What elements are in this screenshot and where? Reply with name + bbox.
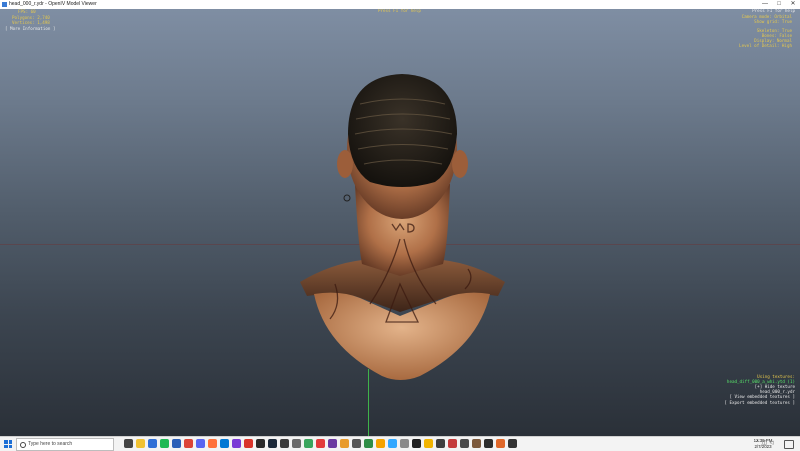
openiv-task-icon[interactable] <box>292 439 301 448</box>
file-explorer-icon[interactable] <box>136 439 145 448</box>
clock-date: 2/7/2023 <box>754 443 772 449</box>
model-viewport[interactable]: FPS: 60 Polygons: 2,740 Vertices: 1,498 … <box>0 9 800 436</box>
hud-show-grid: Show grid: True <box>754 19 792 24</box>
app-dark2-icon[interactable] <box>508 439 517 448</box>
start-button[interactable] <box>4 440 12 448</box>
windows-logo-icon <box>4 440 8 444</box>
firefox-icon[interactable] <box>208 439 217 448</box>
settings-icon[interactable] <box>352 439 361 448</box>
app-black-icon[interactable] <box>484 439 493 448</box>
brave-icon[interactable] <box>316 439 325 448</box>
head-model-render[interactable] <box>300 64 505 384</box>
view-embedded-textures-button[interactable]: [ View embedded textures ] <box>729 394 795 400</box>
export-embedded-textures-button[interactable]: [ Export embedded textures ] <box>724 400 795 406</box>
close-button[interactable]: ✕ <box>786 0 800 9</box>
notification-center-icon[interactable] <box>784 440 794 449</box>
steam-icon[interactable] <box>268 439 277 448</box>
paint-icon[interactable] <box>400 439 409 448</box>
openiv-app-icon <box>2 2 7 7</box>
terminal-icon[interactable] <box>280 439 289 448</box>
grid-axis-vertical <box>368 369 369 436</box>
minimize-button[interactable]: — <box>758 0 772 9</box>
app-red-icon[interactable] <box>244 439 253 448</box>
vlc-icon[interactable] <box>376 439 385 448</box>
search-icon <box>20 442 26 448</box>
mail-icon[interactable] <box>220 439 229 448</box>
task-view-icon[interactable] <box>124 439 133 448</box>
chrome-icon[interactable] <box>184 439 193 448</box>
hud-fps: FPS: 60 <box>18 9 36 14</box>
store-icon[interactable] <box>148 439 157 448</box>
search-placeholder: Type here to search <box>28 441 73 447</box>
maximize-button[interactable]: □ <box>772 0 786 9</box>
app-orange-icon[interactable] <box>496 439 505 448</box>
windows-taskbar: Type here to search ^ ◫ ◁ 12:39 PM 2/7/2… <box>0 436 800 451</box>
photoshop-icon[interactable] <box>388 439 397 448</box>
video-icon[interactable] <box>448 439 457 448</box>
malwarebytes-icon[interactable] <box>172 439 181 448</box>
taskbar-app-icons <box>124 439 517 448</box>
rockstar-icon[interactable] <box>424 439 433 448</box>
app-brown-icon[interactable] <box>472 439 481 448</box>
discord-icon[interactable] <box>196 439 205 448</box>
hud-help-right: Press F1 for help <box>752 9 795 13</box>
hud-help-center: Press F1 for help <box>378 9 421 13</box>
cmd-icon[interactable] <box>412 439 421 448</box>
window-title: head_000_r.ydr - OpenIV Model Viewer <box>9 1 97 7</box>
app-green2-icon[interactable] <box>364 439 373 448</box>
spotify-icon[interactable] <box>160 439 169 448</box>
taskbar-search-box[interactable]: Type here to search <box>16 438 114 451</box>
app-dark-icon[interactable] <box>256 439 265 448</box>
app-grey-icon[interactable] <box>436 439 445 448</box>
taskbar-clock[interactable]: 12:39 PM 2/7/2023 <box>748 438 778 449</box>
onenote-icon[interactable] <box>328 439 337 448</box>
photos-icon[interactable] <box>232 439 241 448</box>
hud-vertices: Vertices: 1,498 <box>12 20 50 25</box>
camera-icon[interactable] <box>460 439 469 448</box>
app-green-icon[interactable] <box>304 439 313 448</box>
more-information-link[interactable]: [ More Information ] <box>5 26 55 32</box>
folder-icon[interactable] <box>340 439 349 448</box>
hud-lod: Level of Detail: High <box>739 43 792 48</box>
window-controls: — □ ✕ <box>758 0 800 9</box>
